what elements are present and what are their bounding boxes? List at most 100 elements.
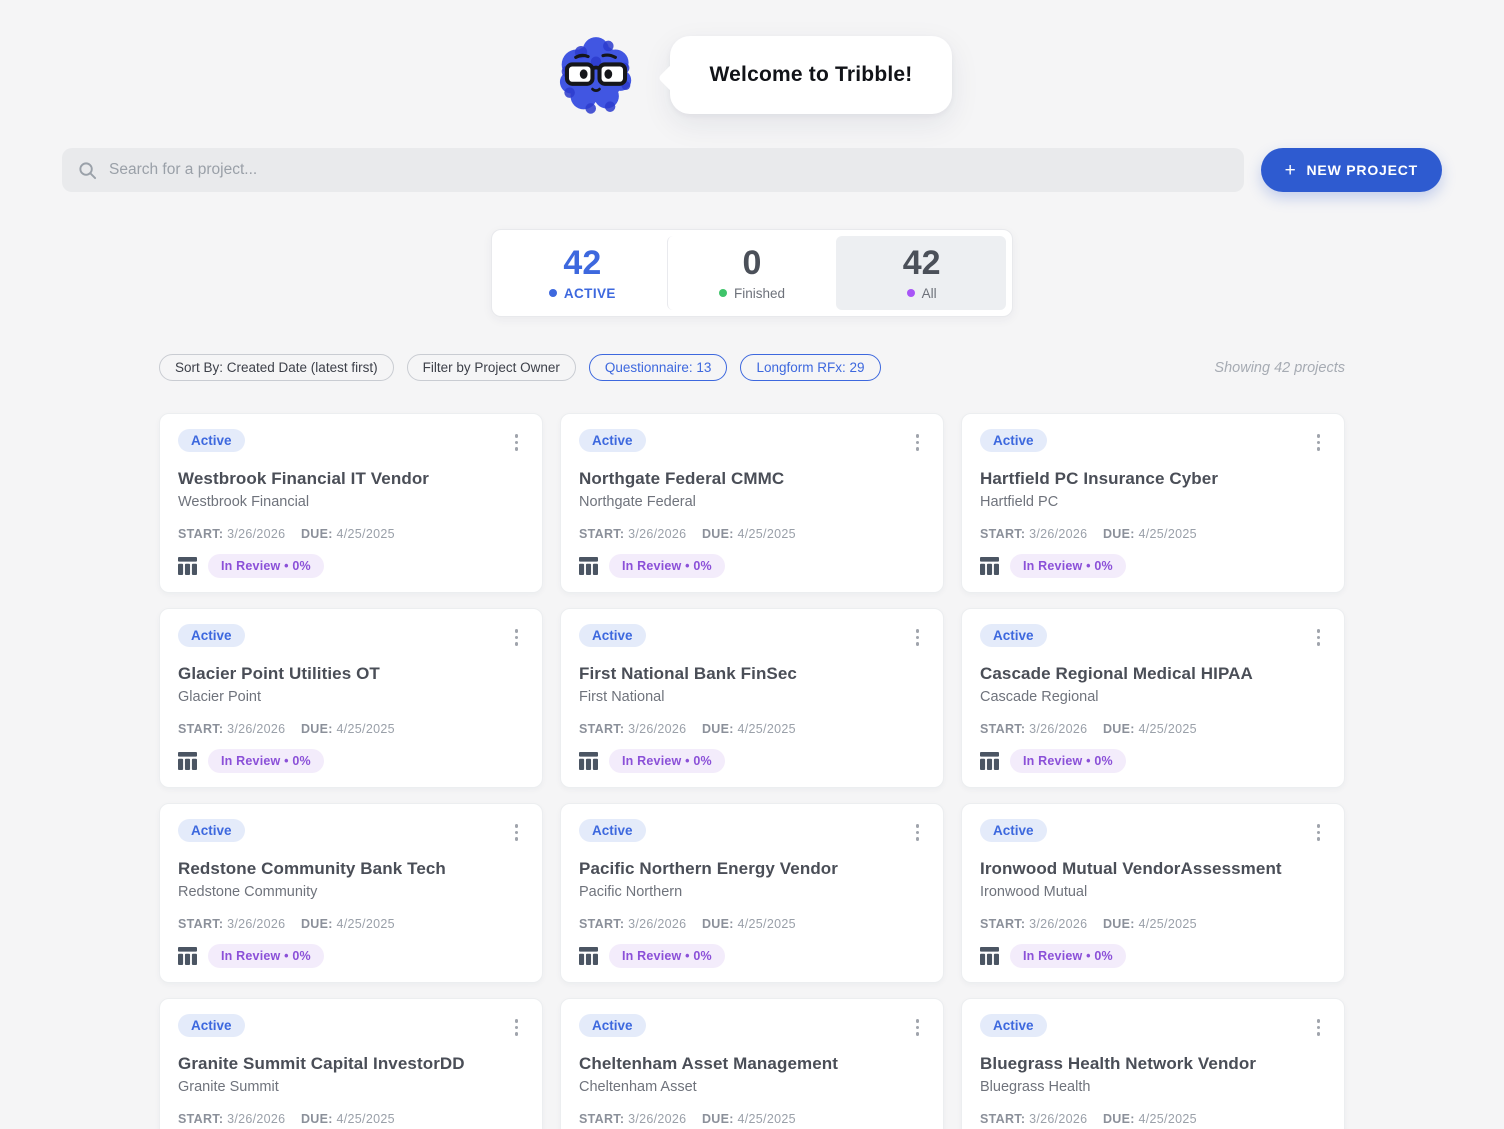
project-card[interactable]: Active Hartfield PC Insurance Cyber Hart… [961,413,1345,593]
project-card[interactable]: Active Cheltenham Asset Management Chelt… [560,998,944,1129]
start-label: START: [980,526,1026,541]
start-label: START: [579,721,625,736]
project-card[interactable]: Active Pacific Northern Energy Vendor Pa… [560,803,944,983]
due-date: 4/25/2025 [1138,1111,1197,1126]
due-label: DUE: [701,721,734,736]
card-menu-button[interactable] [1311,1014,1327,1041]
tribble-mascot-icon [559,37,631,114]
project-card[interactable]: Active Westbrook Financial IT Vendor Wes… [159,413,543,593]
card-menu-button[interactable] [509,819,525,846]
stat-segment-finished[interactable]: 0 Finished [666,236,837,310]
start-date: 3/26/2026 [1029,1111,1088,1126]
project-dates: START: 3/26/2026 DUE: 4/25/2025 [579,1112,925,1126]
review-progress-badge: In Review • 0% [1010,553,1126,578]
review-progress-badge: In Review • 0% [609,748,725,773]
status-badge: Active [579,429,646,452]
start-label: START: [178,721,224,736]
card-menu-button[interactable] [1311,624,1327,651]
project-title: Cascade Regional Medical HIPAA [980,663,1253,683]
project-title: Granite Summit Capital InvestorDD [178,1053,465,1073]
due-date: 4/25/2025 [336,916,395,931]
longform-rfx-chip[interactable]: Longform RFx: 29 [740,354,881,381]
search-input[interactable] [109,161,1228,179]
due-label: DUE: [1102,721,1135,736]
project-title: Bluegrass Health Network Vendor [980,1053,1257,1073]
start-label: START: [980,1111,1026,1126]
project-title: Westbrook Financial IT Vendor [178,468,430,488]
status-badge: Active [178,429,245,452]
card-menu-button[interactable] [509,1014,525,1041]
stat-segment-all[interactable]: 42 All [836,236,1007,310]
start-date: 3/26/2026 [628,526,687,541]
card-menu-button[interactable] [509,429,525,456]
project-card[interactable]: Active Granite Summit Capital InvestorDD… [159,998,543,1129]
review-progress-badge: In Review • 0% [208,943,324,968]
start-label: START: [579,526,625,541]
card-menu-button[interactable] [509,624,525,651]
new-project-button[interactable]: + NEW PROJECT [1260,148,1442,192]
review-progress-badge: In Review • 0% [609,943,725,968]
due-date: 4/25/2025 [1138,526,1197,541]
project-card[interactable]: Active First National Bank FinSec First … [560,608,944,788]
due-label: DUE: [701,526,734,541]
questionnaire-table-icon [980,556,999,575]
welcome-speech-bubble: Welcome to Tribble! [669,36,953,114]
project-dates: START: 3/26/2026 DUE: 4/25/2025 [178,917,524,931]
due-date: 4/25/2025 [336,1111,395,1126]
project-card[interactable]: Active Glacier Point Utilities OT Glacie… [159,608,543,788]
project-title: Hartfield PC Insurance Cyber [980,468,1219,488]
questionnaire-table-icon [178,946,197,965]
project-dates: START: 3/26/2026 DUE: 4/25/2025 [178,527,524,541]
project-card[interactable]: Active Ironwood Mutual VendorAssessment … [961,803,1345,983]
project-title: Northgate Federal CMMC [579,468,785,488]
search-box[interactable] [62,148,1244,192]
project-card[interactable]: Active Cascade Regional Medical HIPAA Ca… [961,608,1345,788]
review-progress-badge: In Review • 0% [1010,748,1126,773]
start-label: START: [579,916,625,931]
due-date: 4/25/2025 [1138,916,1197,931]
start-label: START: [178,526,224,541]
project-title: Ironwood Mutual VendorAssessment [980,858,1282,878]
start-date: 3/26/2026 [628,916,687,931]
plus-icon: + [1284,159,1297,181]
due-date: 4/25/2025 [1138,721,1197,736]
stat-segment-active[interactable]: 42 ACTIVE [498,236,667,310]
sort-by-chip[interactable]: Sort By: Created Date (latest first) [159,354,394,381]
project-title: Glacier Point Utilities OT [178,663,380,683]
start-label: START: [178,1111,224,1126]
start-label: START: [980,916,1026,931]
project-card[interactable]: Active Redstone Community Bank Tech Reds… [159,803,543,983]
project-card[interactable]: Active Bluegrass Health Network Vendor B… [961,998,1345,1129]
active-count: 42 [563,244,602,283]
all-count: 42 [902,244,941,283]
review-progress-badge: In Review • 0% [1010,943,1126,968]
card-menu-button[interactable] [910,819,926,846]
due-date: 4/25/2025 [737,916,796,931]
questionnaire-table-icon [579,556,598,575]
card-menu-button[interactable] [910,624,926,651]
start-date: 3/26/2026 [1029,721,1088,736]
search-icon [79,161,97,179]
project-card[interactable]: Active Northgate Federal CMMC Northgate … [560,413,944,593]
card-menu-button[interactable] [910,429,926,456]
search-row: + NEW PROJECT [0,148,1504,192]
questionnaire-table-icon [980,946,999,965]
status-badge: Active [579,1014,646,1037]
card-menu-button[interactable] [1311,819,1327,846]
all-dot-icon [906,289,915,298]
status-badge: Active [178,624,245,647]
due-label: DUE: [300,526,333,541]
finished-dot-icon [718,289,727,298]
project-dates: START: 3/26/2026 DUE: 4/25/2025 [980,917,1326,931]
filter-owner-chip[interactable]: Filter by Project Owner [406,354,576,381]
questionnaire-chip[interactable]: Questionnaire: 13 [588,354,728,381]
card-menu-button[interactable] [1311,429,1327,456]
due-label: DUE: [300,916,333,931]
start-date: 3/26/2026 [227,916,286,931]
questionnaire-table-icon [980,751,999,770]
start-date: 3/26/2026 [227,1111,286,1126]
card-menu-button[interactable] [910,1014,926,1041]
status-badge: Active [178,1014,245,1037]
project-dates: START: 3/26/2026 DUE: 4/25/2025 [579,722,925,736]
project-subtitle: Hartfield PC [980,493,1059,510]
